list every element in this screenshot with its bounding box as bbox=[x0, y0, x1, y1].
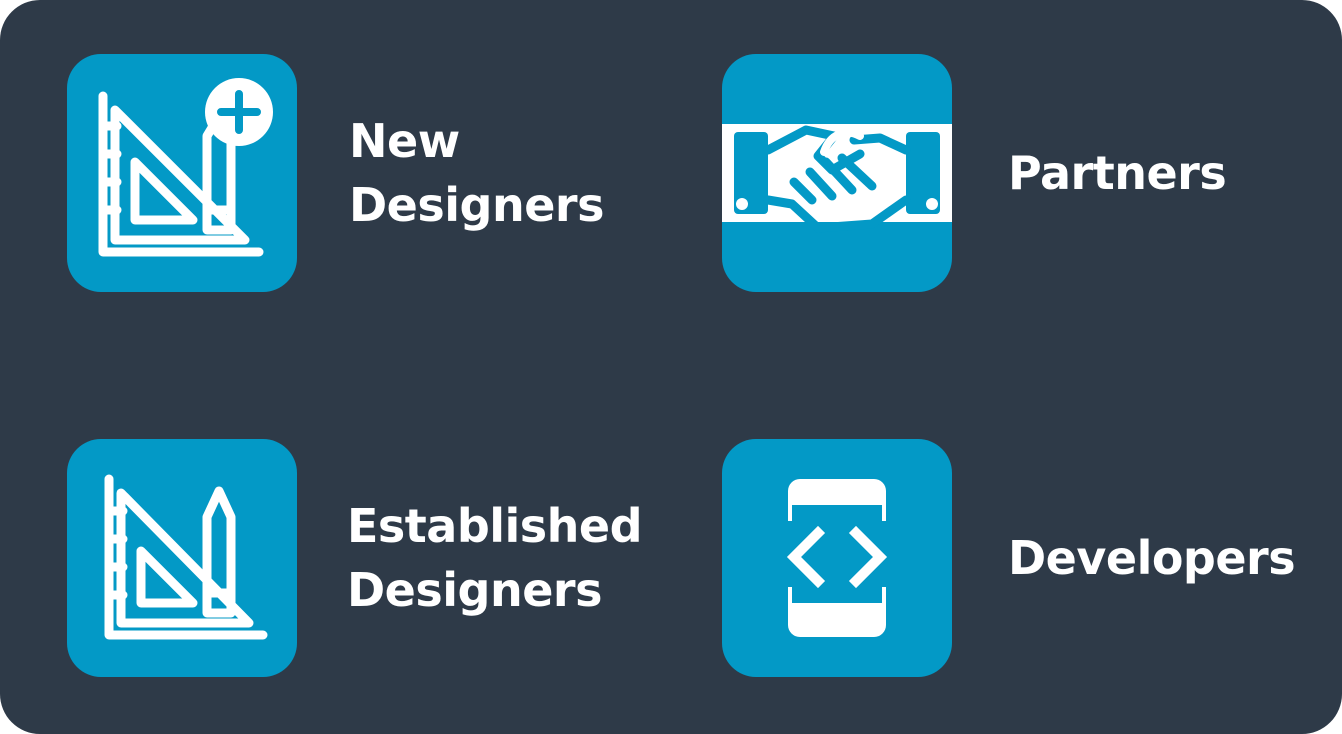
established-designers-label: Established Designers bbox=[347, 494, 643, 622]
mobile-code-icon bbox=[780, 479, 894, 637]
new-designers-card[interactable]: New Designers bbox=[67, 54, 604, 292]
developers-label: Developers bbox=[1008, 526, 1296, 590]
partners-tile bbox=[722, 54, 952, 292]
triangle-ruler-pencil-icon bbox=[104, 474, 268, 640]
developers-card[interactable]: Developers bbox=[722, 439, 1296, 677]
handshake-icon bbox=[722, 124, 952, 233]
label-line: New bbox=[349, 114, 460, 168]
label-line: Partners bbox=[1008, 146, 1227, 200]
label-line: Established bbox=[347, 499, 643, 553]
new-designers-tile bbox=[67, 54, 297, 292]
label-line: Designers bbox=[347, 563, 602, 617]
established-designers-tile bbox=[67, 439, 297, 677]
triangle-ruler-pencil-plus-icon bbox=[98, 78, 273, 257]
new-designers-label: New Designers bbox=[349, 109, 604, 237]
label-line: Developers bbox=[1008, 531, 1296, 585]
role-selection-panel: New Designers Partners Established Desig… bbox=[0, 0, 1342, 734]
established-designers-card[interactable]: Established Designers bbox=[67, 439, 643, 677]
label-line: Designers bbox=[349, 178, 604, 232]
developers-tile bbox=[722, 439, 952, 677]
partners-card[interactable]: Partners bbox=[722, 54, 1227, 292]
partners-label: Partners bbox=[1008, 141, 1227, 205]
